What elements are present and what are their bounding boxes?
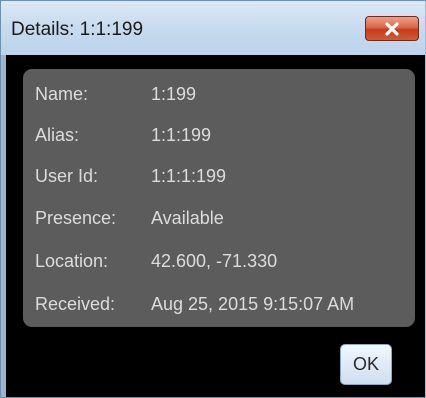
details-dialog: Details: 1:1:199 Name: 1:199 Alias: 1:1:… xyxy=(0,0,426,398)
name-label: Name: xyxy=(35,84,89,104)
details-panel: Name: 1:199 Alias: 1:1:199 User Id: 1:1:… xyxy=(23,69,415,327)
ok-button[interactable]: OK xyxy=(340,344,392,385)
name-value: 1:199 xyxy=(151,84,197,104)
location-value: 42.600, -71.330 xyxy=(151,251,278,271)
alias-value: 1:1:199 xyxy=(151,125,212,145)
presence-label: Presence: xyxy=(35,208,117,228)
user-id-label: User Id: xyxy=(35,166,99,186)
close-button[interactable] xyxy=(365,16,419,41)
alias-label: Alias: xyxy=(35,125,80,145)
received-value: Aug 25, 2015 9:15:07 AM xyxy=(151,294,355,314)
received-label: Received: xyxy=(35,294,116,314)
location-label: Location: xyxy=(35,251,109,271)
title-bar[interactable]: Details: 1:1:199 xyxy=(1,1,425,55)
close-icon xyxy=(384,21,400,36)
window-frame-left xyxy=(1,55,6,397)
user-id-value: 1:1:1:199 xyxy=(151,166,227,186)
window-title: Details: 1:1:199 xyxy=(11,19,144,40)
presence-value: Available xyxy=(151,208,224,228)
